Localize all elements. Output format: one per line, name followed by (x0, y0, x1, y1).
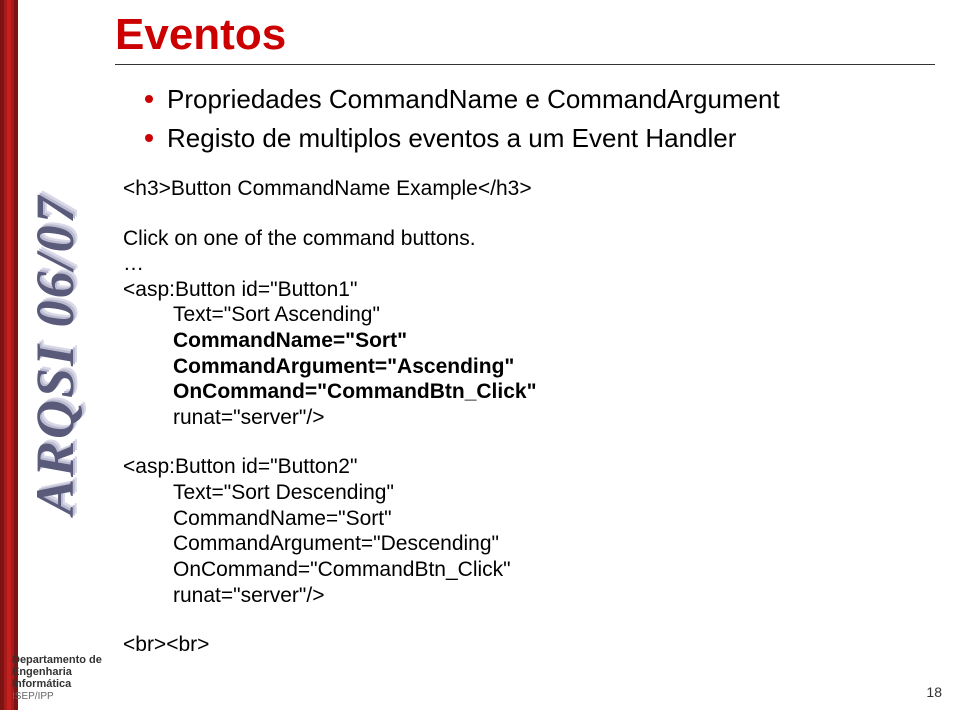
sidebar: ARQSI 06/07 (0, 0, 105, 710)
sidebar-stripe-core (7, 0, 11, 710)
footer-line1: Departamento de (12, 654, 132, 666)
code-line: <asp:Button id="Button1" (123, 277, 935, 303)
footer-line3: ISEP/IPP (12, 691, 132, 702)
code-line: <br><br> (123, 632, 935, 658)
code-line: runat="server"/> (123, 583, 935, 609)
code-line: Click on one of the command buttons. (123, 226, 935, 252)
page-number: 18 (926, 684, 942, 700)
code-line: <asp:Button id="Button2" (123, 454, 935, 480)
bullet-text: Propriedades CommandName e CommandArgume… (167, 83, 780, 116)
bullet-list: Propriedades CommandName e CommandArgume… (145, 83, 935, 154)
code-line: OnCommand="CommandBtn_Click" (123, 557, 935, 583)
code-line: CommandArgument="Descending" (123, 531, 935, 557)
code-line: … (123, 251, 935, 277)
code-line: <h3>Button CommandName Example</h3> (123, 176, 935, 202)
code-line: Text="Sort Ascending" (123, 302, 935, 328)
title-rule (115, 64, 935, 65)
code-line: CommandArgument="Ascending" (123, 354, 935, 380)
code-line: Text="Sort Descending" (123, 480, 935, 506)
code-line: OnCommand="CommandBtn_Click" (123, 379, 935, 405)
code-line: CommandName="Sort" (123, 328, 935, 354)
footer-line2: Engenharia Informática (12, 666, 132, 690)
bullet-dot-icon (145, 134, 153, 142)
footer-logo: Departamento de Engenharia Informática I… (12, 654, 132, 702)
slide-content: Eventos Propriedades CommandName e Comma… (115, 10, 935, 658)
bullet-text: Registo de multiplos eventos a um Event … (167, 122, 736, 155)
code-line: runat="server"/> (123, 405, 935, 431)
code-block: <h3>Button CommandName Example</h3> Clic… (123, 176, 935, 658)
bullet-item: Propriedades CommandName e CommandArgume… (145, 83, 935, 116)
code-line: CommandName="Sort" (123, 506, 935, 532)
bullet-item: Registo de multiplos eventos a um Event … (145, 122, 935, 155)
vertical-title: ARQSI 06/07 (24, 194, 86, 515)
slide-title: Eventos (115, 10, 935, 60)
bullet-dot-icon (145, 95, 153, 103)
